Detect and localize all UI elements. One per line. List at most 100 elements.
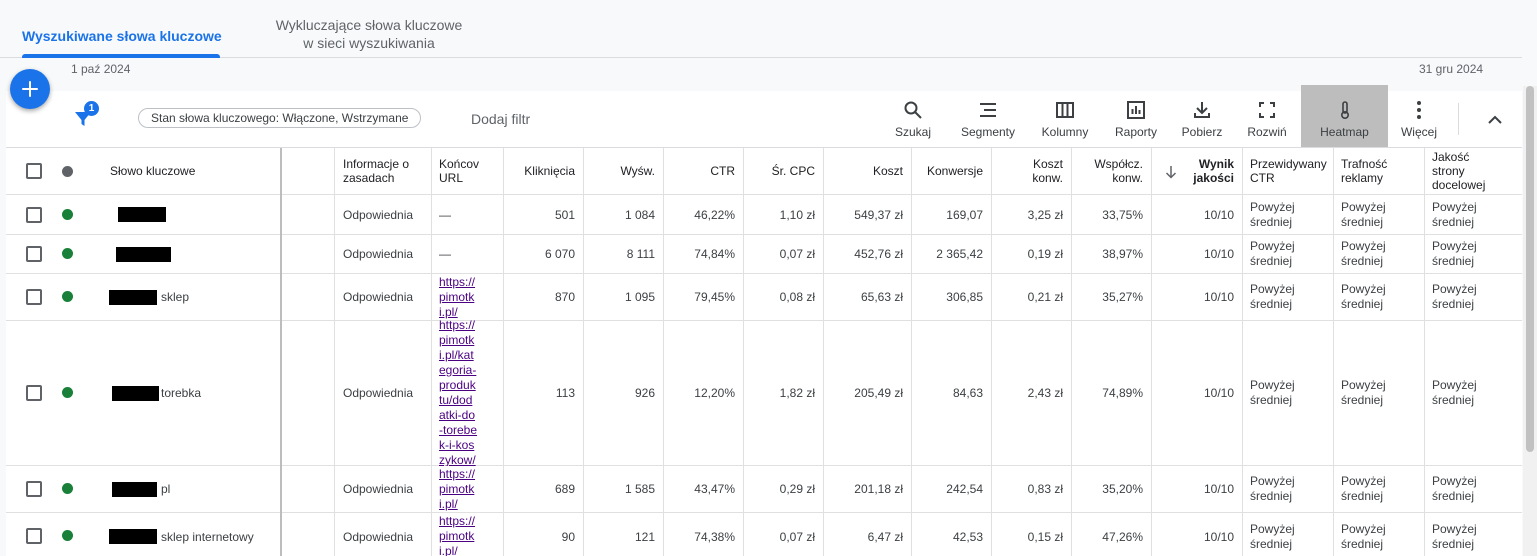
more-button[interactable]: Więcej [1394, 91, 1444, 147]
enabled-status-icon[interactable] [62, 530, 73, 541]
landing-page-line1: Powyżej [1432, 282, 1477, 296]
col-landing-page-line2: strony [1432, 164, 1465, 178]
col-final-url[interactable]: Końcov URL [431, 148, 503, 194]
col-conv-rate[interactable]: Współcz. konw. [1071, 148, 1151, 194]
redacted-keyword [116, 246, 171, 262]
col-cost[interactable]: Koszt [823, 148, 911, 194]
columns-icon [1056, 102, 1074, 118]
row-checkbox[interactable] [26, 528, 42, 544]
keyword-cell[interactable]: torebka [104, 321, 334, 465]
keyword-cell[interactable] [102, 235, 332, 273]
landing-page-line1: Powyżej [1432, 239, 1477, 253]
keywords-page: Wyszukiwane słowa kluczowe Wykluczające … [0, 0, 1537, 556]
row-checkbox[interactable] [26, 207, 42, 223]
column-divider [1151, 148, 1152, 556]
impressions-cell: 926 [634, 386, 655, 400]
expected-ctr-cell: Powyżej średniej [1242, 321, 1333, 465]
col-ad-relevance[interactable]: Trafność reklamy [1333, 148, 1424, 194]
table-row[interactable]: sklep Odpowiednia https:// pimotk i.pl/ … [6, 274, 1522, 321]
table-row[interactable]: pl Odpowiednia https:// pimotk i.pl/ 689… [6, 466, 1522, 513]
landing-page-line2: średniej [1432, 393, 1475, 407]
expected-ctr-line1: Powyżej [1250, 378, 1295, 392]
add-filter-button[interactable]: Dodaj filtr [471, 111, 530, 127]
keyword-cell[interactable]: sklep [101, 274, 331, 320]
row-checkbox[interactable] [26, 246, 42, 262]
heatmap-button[interactable]: Heatmap [1301, 85, 1388, 147]
col-policy-line2: zasadach [343, 171, 395, 185]
search-icon [904, 101, 922, 119]
col-conv-rate-line1: Współcz. [1094, 157, 1143, 171]
column-divider [991, 148, 992, 556]
select-all-checkbox[interactable] [26, 163, 42, 179]
col-clicks[interactable]: Kliknięcia [503, 148, 583, 194]
col-conversions[interactable]: Konwersje [911, 148, 991, 194]
col-avg-cpc[interactable]: Śr. CPC [743, 148, 823, 194]
filter-chip-keyword-status[interactable]: Stan słowa kluczowego: Włączone, Wstrzym… [138, 108, 422, 128]
keyword-cell[interactable]: pl [104, 466, 334, 512]
expected-ctr-line1: Powyżej [1250, 282, 1295, 296]
enabled-status-icon[interactable] [62, 483, 73, 494]
cost-per-conv-cell: 0,15 zł [1027, 529, 1063, 544]
keyword-cell[interactable]: sklep internetowy [101, 513, 331, 556]
keyword-cell[interactable] [102, 195, 332, 234]
tab-negative-keywords[interactable]: Wykluczające słowa kluczowe w sieci wysz… [262, 16, 476, 52]
clicks-cell: 501 [554, 207, 575, 222]
final-url-link[interactable]: https:// pimotk i.pl/kat egoria- produk … [431, 318, 503, 467]
ad-relevance-line2: średniej [1341, 214, 1384, 229]
final-url-line: https:// [439, 318, 476, 332]
col-impressions[interactable]: Wyśw. [583, 148, 663, 194]
search-button[interactable]: Szukaj [882, 91, 944, 147]
final-url-link[interactable]: https:// pimotk i.pl/ [431, 274, 503, 320]
keyword-suffix: torebka [161, 386, 202, 400]
col-expected-ctr[interactable]: Przewidywany CTR [1242, 148, 1333, 194]
table-row[interactable]: torebka Odpowiednia https:// pimotk i.pl… [6, 318, 1522, 467]
conversions-cell: 242,54 [946, 482, 983, 496]
enabled-status-icon[interactable] [62, 248, 73, 259]
final-url-link[interactable]: https:// pimotk i.pl/ [431, 513, 503, 556]
date-range-end: 31 gru 2024 [1419, 62, 1484, 76]
segments-icon [980, 103, 996, 117]
redacted-keyword [112, 481, 157, 497]
table-row[interactable]: sklep internetowy Odpowiednia https:// p… [6, 513, 1522, 556]
impressions-cell: 121 [634, 529, 655, 544]
col-quality-score[interactable]: Wynik jakości [1151, 148, 1242, 194]
enabled-status-icon[interactable] [62, 209, 73, 220]
row-checkbox[interactable] [26, 385, 42, 401]
col-ctr[interactable]: CTR [663, 148, 743, 194]
segments-button[interactable]: Segmenty [954, 91, 1022, 147]
col-cost-per-conv[interactable]: Koszt konw. [991, 148, 1071, 194]
active-tab-indicator [22, 54, 220, 58]
table-row[interactable]: Odpowiednia — 6 070 8 111 74,84% 0,07 zł… [6, 235, 1522, 274]
final-url-cell: — [439, 207, 451, 222]
col-landing-page[interactable]: Jakość strony docelowej [1424, 148, 1516, 194]
status-header-icon[interactable] [62, 166, 73, 177]
row-checkbox[interactable] [26, 481, 42, 497]
col-final-url-line1: Końcov [439, 157, 480, 171]
final-url-line: -torebe [439, 423, 478, 437]
table-row[interactable]: Odpowiednia — 501 1 084 46,22% 1,10 zł 5… [6, 195, 1522, 235]
cost-cell: 205,49 zł [854, 386, 903, 400]
tab-search-keywords[interactable]: Wyszukiwane słowa kluczowe [22, 27, 222, 45]
final-url-link[interactable]: https:// pimotk i.pl/ [431, 466, 503, 512]
col-quality-score-line1: Wynik [1198, 157, 1234, 171]
col-policy[interactable]: Informacje o zasadach [335, 148, 431, 194]
expand-label: Rozwiń [1247, 125, 1287, 139]
enabled-status-icon[interactable] [62, 387, 73, 398]
avg-cpc-cell: 0,29 zł [779, 482, 815, 496]
expand-button[interactable]: Rozwiń [1240, 91, 1294, 147]
redacted-keyword [109, 289, 157, 305]
expected-ctr-line1: Powyżej [1250, 521, 1295, 536]
download-button[interactable]: Pobierz [1174, 91, 1230, 147]
add-keyword-button[interactable] [10, 69, 50, 109]
row-checkbox[interactable] [26, 289, 42, 305]
enabled-status-icon[interactable] [62, 291, 73, 302]
reports-button[interactable]: Raporty [1106, 91, 1166, 147]
chevron-up-icon[interactable] [1486, 111, 1504, 129]
filter-count-badge: 1 [84, 101, 99, 116]
col-keyword[interactable]: Słowo kluczowe [102, 148, 282, 194]
redacted-keyword [118, 207, 166, 222]
scrollbar-thumb[interactable] [1526, 86, 1534, 452]
columns-button[interactable]: Kolumny [1034, 91, 1096, 147]
landing-page-line1: Powyżej [1432, 521, 1477, 536]
expected-ctr-line1: Powyżej [1250, 199, 1295, 214]
